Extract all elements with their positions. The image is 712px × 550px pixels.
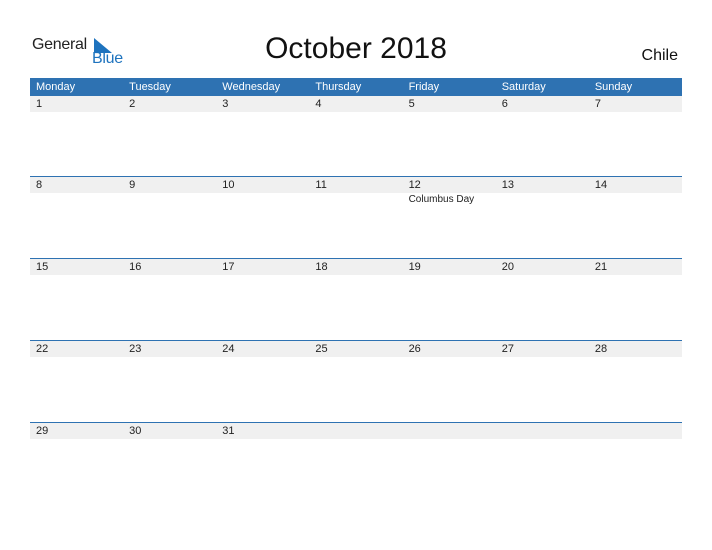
day-number: 12 xyxy=(408,179,421,191)
day-number xyxy=(403,423,496,439)
day-number: 4 xyxy=(315,98,322,110)
day-number: 17 xyxy=(222,261,235,273)
day-number: 21 xyxy=(594,261,608,273)
holiday-label xyxy=(30,357,123,371)
day-number-row: 29 30 31 xyxy=(30,423,682,439)
holiday-label xyxy=(589,439,682,453)
holiday-label xyxy=(309,439,402,453)
holiday-label xyxy=(403,439,496,453)
weekday-friday: Friday xyxy=(408,81,440,93)
day-number: 28 xyxy=(594,343,608,355)
day-number-row: 1 2 3 4 5 6 7 xyxy=(30,96,682,112)
day-number xyxy=(496,423,589,439)
holiday-label xyxy=(403,357,496,371)
holiday-label xyxy=(216,357,309,371)
day-number: 19 xyxy=(408,261,421,273)
day-number: 15 xyxy=(36,261,49,273)
holiday-label xyxy=(216,112,309,126)
day-number: 5 xyxy=(408,98,415,110)
holiday-label xyxy=(123,275,216,289)
holiday-label xyxy=(496,112,589,126)
event-row xyxy=(30,275,682,289)
holiday-label xyxy=(309,112,402,126)
day-number: 11 xyxy=(315,179,327,191)
week-row: 1 2 3 4 5 6 7 xyxy=(30,96,682,176)
day-number: 9 xyxy=(129,179,136,191)
holiday-label: Columbus Day xyxy=(408,194,475,205)
holiday-label xyxy=(123,357,216,371)
day-number: 16 xyxy=(129,261,142,273)
day-number-row: 22 23 24 25 26 27 28 xyxy=(30,341,682,357)
week-row: 22 23 24 25 26 27 28 xyxy=(30,340,682,422)
weeks-container: 1 2 3 4 5 6 7 8 9 10 11 12 13 14 Columbus Day 15 16 17 18 1… xyxy=(30,96,682,504)
holiday-label xyxy=(496,275,589,289)
weekday-monday: Monday xyxy=(36,81,76,93)
day-number-row: 8 9 10 11 12 13 14 xyxy=(30,177,682,193)
day-number: 10 xyxy=(222,179,235,191)
day-number: 1 xyxy=(36,98,43,110)
holiday-label xyxy=(30,193,123,207)
holiday-label xyxy=(496,357,589,371)
week-row: 8 9 10 11 12 13 14 Columbus Day xyxy=(30,176,682,258)
event-row xyxy=(30,112,682,126)
holiday-label xyxy=(309,275,402,289)
calendar-title: October 2018 xyxy=(265,32,447,65)
holiday-label xyxy=(309,357,402,371)
weekday-header: Monday Tuesday Wednesday Thursday Friday… xyxy=(30,78,682,96)
day-number: 31 xyxy=(222,425,235,437)
holiday-label xyxy=(589,193,682,207)
country-label: Chile xyxy=(641,47,678,64)
day-number: 18 xyxy=(315,261,328,273)
holiday-label xyxy=(589,275,682,289)
day-number: 30 xyxy=(129,425,142,437)
day-number: 24 xyxy=(222,343,235,355)
holiday-label xyxy=(123,439,216,453)
holiday-label xyxy=(589,357,682,371)
event-row xyxy=(30,439,682,453)
week-row: 15 16 17 18 19 20 21 xyxy=(30,258,682,340)
holiday-label xyxy=(30,275,123,289)
holiday-label xyxy=(30,439,123,453)
event-row: Columbus Day xyxy=(30,193,682,207)
day-number-row: 15 16 17 18 19 20 21 xyxy=(30,259,682,275)
calendar-grid: Monday Tuesday Wednesday Thursday Friday… xyxy=(30,78,682,504)
weekday-thursday: Thursday xyxy=(315,81,362,93)
weekday-sunday: Sunday xyxy=(594,81,633,93)
holiday-label xyxy=(216,193,309,207)
weekday-tuesday: Tuesday xyxy=(129,81,171,93)
weekday-saturday: Saturday xyxy=(501,81,546,93)
day-number: 2 xyxy=(129,98,136,110)
day-number: 7 xyxy=(594,98,601,110)
day-number: 13 xyxy=(501,179,514,191)
day-number: 20 xyxy=(501,261,514,273)
holiday-label xyxy=(123,193,216,207)
day-number: 23 xyxy=(129,343,142,355)
holiday-label xyxy=(589,112,682,126)
weekday-wednesday: Wednesday xyxy=(222,81,281,93)
holiday-label xyxy=(216,439,309,453)
holiday-label xyxy=(403,275,496,289)
day-number xyxy=(589,423,682,439)
holiday-label xyxy=(123,112,216,126)
day-number: 27 xyxy=(501,343,514,355)
event-row xyxy=(30,357,682,371)
holiday-label xyxy=(30,112,123,126)
day-number: 29 xyxy=(36,425,49,437)
day-number: 26 xyxy=(408,343,421,355)
week-row: 29 30 31 xyxy=(30,422,682,504)
holiday-label xyxy=(216,275,309,289)
day-number: 14 xyxy=(594,179,608,191)
day-number: 6 xyxy=(501,98,508,110)
day-number: 25 xyxy=(315,343,328,355)
day-number: 3 xyxy=(222,98,229,110)
holiday-label xyxy=(496,439,589,453)
holiday-label xyxy=(403,112,496,126)
day-number xyxy=(309,423,402,439)
holiday-label xyxy=(496,193,589,207)
day-number: 8 xyxy=(36,179,43,191)
holiday-label xyxy=(309,193,402,207)
day-number: 22 xyxy=(36,343,49,355)
